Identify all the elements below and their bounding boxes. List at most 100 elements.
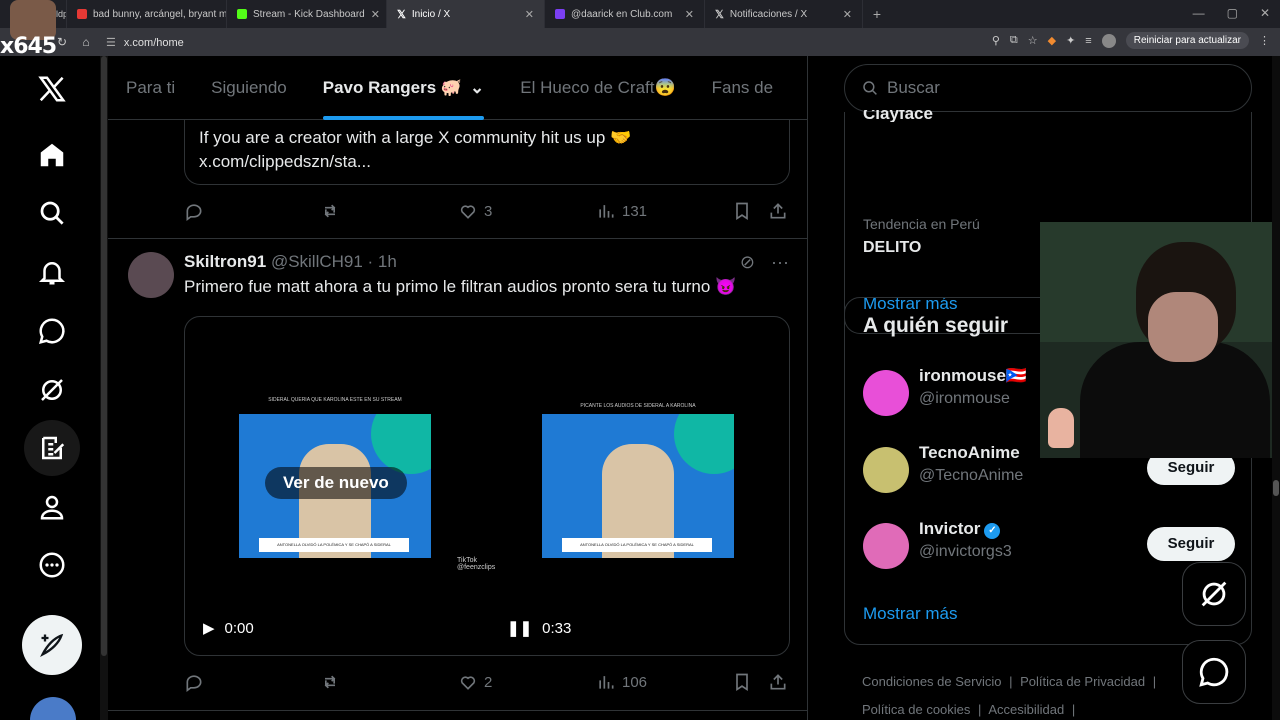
zoom-icon[interactable]: ⚲	[992, 34, 1000, 47]
media-icon[interactable]: ≡	[1085, 35, 1091, 47]
close-icon[interactable]: ✕	[525, 8, 534, 21]
messages-floating-button[interactable]	[1182, 640, 1246, 704]
new-tab-icon[interactable]: +	[863, 0, 891, 28]
profile-avatar[interactable]	[1101, 33, 1116, 48]
search-box[interactable]: Buscar	[844, 64, 1252, 112]
reply-icon[interactable]	[184, 672, 204, 692]
views-count: 106	[622, 673, 648, 691]
sidebar-scrollbar[interactable]	[100, 56, 108, 720]
trend-item-cut[interactable]: Clayface	[863, 110, 933, 122]
post-text: Primero fue matt ahora a tu primo le fil…	[184, 277, 737, 296]
follow-name-text: Invictor	[919, 519, 981, 538]
bookmark-icon[interactable]	[732, 672, 752, 692]
footer-privacy[interactable]: Política de Privacidad	[1020, 674, 1145, 689]
chat-icon[interactable]	[24, 303, 80, 359]
video-time: 0:00	[224, 619, 254, 637]
footer-accessibility[interactable]: Accesibilidad	[988, 702, 1064, 717]
share-icon[interactable]	[768, 672, 788, 692]
grok-explain-icon[interactable]: ⊘	[740, 252, 755, 273]
show-more-follow[interactable]: Mostrar más	[863, 604, 957, 624]
avatar[interactable]	[863, 447, 909, 493]
home-icon[interactable]	[24, 127, 80, 183]
post-author-name[interactable]: Skiltron91	[184, 252, 266, 271]
footer-terms[interactable]: Condiciones de Servicio	[862, 674, 1001, 689]
close-icon[interactable]: ✕	[371, 8, 380, 21]
footer-cookies[interactable]: Política de cookies	[862, 702, 970, 717]
home-browser-icon[interactable]: ⌂	[74, 35, 98, 49]
webcam-overlay	[1040, 222, 1274, 458]
search-icon[interactable]	[24, 185, 80, 241]
bookmark-icon[interactable]	[732, 201, 752, 221]
views-button[interactable]: 106	[596, 672, 647, 692]
follow-name[interactable]: TecnoAnime	[919, 443, 1020, 463]
trend-name[interactable]: DELITO	[863, 239, 921, 257]
menu-icon[interactable]: ⋮	[1259, 34, 1270, 47]
extension-icon[interactable]: ◆	[1048, 34, 1056, 47]
post-tools: ⊘ ···	[740, 252, 789, 273]
chevron-down-icon[interactable]: ⌄	[470, 78, 484, 97]
tab-para-ti[interactable]: Para ti	[108, 56, 193, 120]
post-handle[interactable]: @SkillCH91 · 1h	[271, 252, 397, 271]
minimize-icon[interactable]: —	[1193, 6, 1205, 20]
browser-tab-active[interactable]: 𝕏 Inicio / X ✕	[387, 0, 545, 28]
post-media[interactable]: SIDERAL QUERIA QUE KAROLINA ESTE EN SU S…	[184, 316, 790, 656]
repost-icon[interactable]	[320, 672, 340, 692]
post-avatar[interactable]	[128, 252, 174, 298]
post-edit-icon[interactable]	[24, 420, 80, 476]
url-field[interactable]: ☰ x.com/home	[106, 36, 184, 49]
grok-icon[interactable]	[24, 362, 80, 418]
like-button[interactable]: 3	[458, 201, 492, 221]
repost-icon[interactable]	[320, 201, 340, 221]
profile-icon[interactable]	[24, 479, 80, 535]
puzzle-icon[interactable]: ✦	[1066, 34, 1075, 47]
maximize-icon[interactable]: ▢	[1227, 6, 1238, 20]
more-options-icon[interactable]: ···	[771, 252, 789, 273]
tab-siguiendo[interactable]: Siguiendo	[193, 56, 305, 120]
browser-tab[interactable]: Stream - Kick Dashboard ✕	[227, 0, 387, 28]
more-icon[interactable]	[24, 537, 80, 593]
scroll-thumb[interactable]	[101, 56, 107, 656]
pause-icon[interactable]: ❚❚	[507, 619, 532, 637]
screen-icon[interactable]: ⧉	[1010, 34, 1018, 47]
follow-suggestion[interactable]: Invictor ✓ @invictorgs3 Seguir	[863, 519, 1235, 573]
grok-floating-button[interactable]	[1182, 562, 1246, 626]
browser-tab[interactable]: @daarick en Club.com ✕	[545, 0, 705, 28]
video-thumbnail[interactable]: ANTONELLA OLVIDÓ LA POLÉMICA Y SE CHAPÓ …	[542, 414, 734, 558]
views-button[interactable]: 131	[596, 201, 647, 221]
follow-handle: @ironmouse	[919, 390, 1010, 407]
share-icon[interactable]	[768, 201, 788, 221]
follow-button[interactable]: Seguir	[1147, 527, 1235, 561]
feed-tabs: Para ti Siguiendo Pavo Rangers 🐖 ⌄ El Hue…	[108, 56, 807, 120]
browser-tab[interactable]: bad bunny, arcángel, bryant my ✕	[67, 0, 227, 28]
tab-fans-de[interactable]: Fans de	[694, 56, 791, 120]
compose-post-button[interactable]	[22, 615, 82, 675]
like-button[interactable]: 2	[458, 672, 492, 692]
tab-el-hueco[interactable]: El Hueco de Craft😨	[502, 56, 693, 120]
quoted-link[interactable]: x.com/clippedszn/sta...	[199, 150, 775, 174]
bell-icon[interactable]	[24, 244, 80, 300]
replay-button[interactable]: Ver de nuevo	[265, 467, 407, 499]
follow-name[interactable]: Invictor ✓	[919, 519, 1001, 539]
reply-icon[interactable]	[184, 201, 204, 221]
scroll-thumb[interactable]	[1273, 480, 1279, 496]
page-scrollbar[interactable]	[1272, 56, 1280, 720]
account-avatar[interactable]	[30, 697, 76, 720]
avatar[interactable]	[863, 370, 909, 416]
close-icon[interactable]: ✕	[843, 8, 852, 21]
quoted-post[interactable]: If you are a creator with a large X comm…	[184, 120, 790, 185]
update-button[interactable]: Reiniciar para actualizar	[1125, 32, 1249, 49]
play-icon[interactable]: ▶	[203, 619, 215, 637]
star-icon[interactable]: ☆	[1028, 34, 1038, 47]
video-controls: ▶ 0:00	[203, 619, 254, 638]
browser-tab[interactable]: 𝕏 Notificaciones / X ✕	[705, 0, 863, 28]
x-logo-icon[interactable]	[24, 61, 80, 117]
tab-label: Notificaciones / X	[729, 8, 808, 20]
avatar[interactable]	[863, 523, 909, 569]
tab-pavo-rangers[interactable]: Pavo Rangers 🐖 ⌄	[305, 56, 503, 120]
post-actions: 2 106	[184, 671, 790, 693]
close-icon[interactable]: ✕	[685, 8, 694, 21]
follow-name[interactable]: ironmouse🇵🇷	[919, 366, 1027, 386]
follow-handle: @invictorgs3	[919, 543, 1012, 560]
close-window-icon[interactable]: ✕	[1260, 6, 1270, 20]
site-info-icon[interactable]: ☰	[106, 37, 116, 49]
